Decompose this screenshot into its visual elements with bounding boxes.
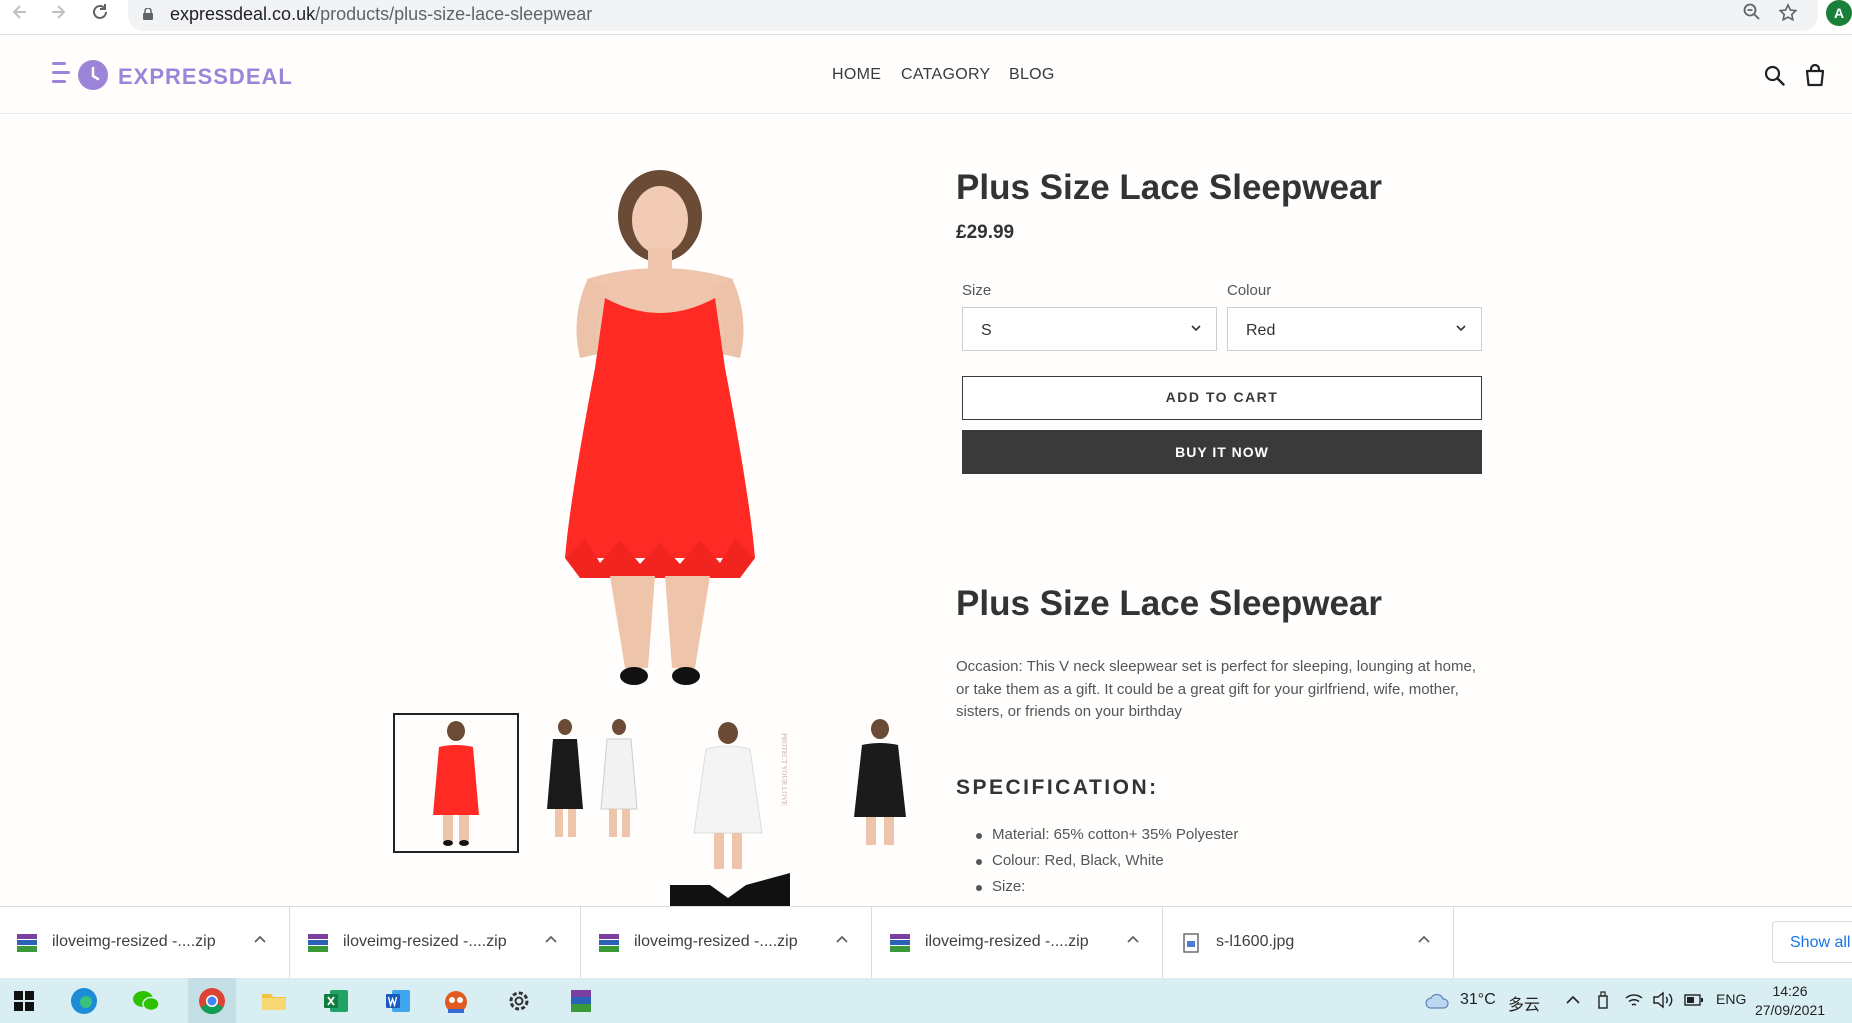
spec-item: Colour: Red, Black, White [974,852,1238,878]
spec-item: Size: [974,878,1238,904]
forward-icon[interactable] [44,2,72,30]
game-app-icon[interactable] [440,985,472,1017]
chevron-up-icon[interactable] [251,931,269,949]
product-description: Occasion: This V neck sleepwear set is p… [956,658,1476,720]
chevron-up-icon[interactable] [1565,994,1581,1006]
downloads-bar: iloveimg-resized -....zip iloveimg-resiz… [0,906,1852,979]
specification-heading: SPECIFICATION: [956,776,1159,799]
windows-start-icon[interactable] [8,985,40,1017]
chevron-down-icon [1456,325,1466,332]
download-item[interactable]: iloveimg-resized -....zip [873,907,1163,979]
download-item[interactable]: iloveimg-resized -....zip [291,907,581,979]
specification-list: Material: 65% cotton+ 35% Polyester Colo… [974,826,1238,904]
reload-icon[interactable] [86,2,114,30]
chevron-up-icon[interactable] [542,931,560,949]
download-filename: iloveimg-resized -....zip [52,933,216,950]
bookmark-star-icon[interactable] [1776,3,1800,27]
settings-gear-icon[interactable] [503,985,535,1017]
weather-description[interactable]: 多云 [1508,991,1540,1015]
back-icon[interactable] [6,2,34,30]
download-item[interactable]: iloveimg-resized -....zip [582,907,872,979]
windows-taskbar: 31°C 多云 ENG 14:26 27/09/2021 [0,978,1852,1023]
battery-icon[interactable] [1684,993,1704,1007]
description-title: Plus Size Lace Sleepwear [956,584,1383,623]
winrar-archive-icon [599,934,619,952]
nav-catagory[interactable]: CATAGORY [901,66,991,84]
winrar-icon[interactable] [565,985,597,1017]
wifi-icon[interactable] [1624,991,1644,1009]
weather-temperature[interactable]: 31°C [1460,991,1496,1009]
colour-label: Colour [1227,282,1272,299]
show-all-button[interactable]: Show all [1772,921,1852,963]
edge-browser-icon[interactable] [68,985,100,1017]
usb-device-icon[interactable] [1596,990,1610,1010]
thumb-stamp-text: PROTECT YOUR LOVE [780,733,788,806]
browser-toolbar: expressdeal.co.uk/products/plus-size-lac… [0,0,1852,35]
winrar-archive-icon [308,934,328,952]
download-filename: s-l1600.jpg [1216,933,1295,950]
clock-date: 27/09/2021 [1754,1002,1826,1018]
add-to-cart-button[interactable]: ADD TO CART [962,376,1482,420]
chrome-icon[interactable] [196,985,228,1017]
chevron-up-icon[interactable] [1124,931,1142,949]
logo-clock-icon [78,60,108,90]
thumbnail-white[interactable]: PROTECT YOUR LOVE [670,713,796,907]
thumbnail-red[interactable] [393,713,519,853]
product-main-image[interactable] [420,168,900,700]
chevron-up-icon[interactable] [1415,931,1433,949]
download-filename: iloveimg-resized -....zip [634,933,798,950]
colour-select-value: Red [1246,322,1276,339]
search-icon[interactable] [1762,63,1788,89]
winrar-archive-icon [890,934,910,952]
chevron-up-icon[interactable] [833,931,851,949]
winrar-archive-icon [17,934,37,952]
size-label: Size [962,282,992,299]
excel-icon[interactable] [320,985,352,1017]
profile-avatar[interactable]: A [1826,0,1852,26]
image-file-icon [1183,933,1199,953]
cart-bag-icon[interactable] [1802,63,1828,89]
size-select[interactable]: S [962,307,1217,351]
download-item[interactable]: iloveimg-resized -....zip [0,907,290,979]
nav-home[interactable]: HOME [832,66,881,84]
volume-icon[interactable] [1652,991,1674,1009]
download-filename: iloveimg-resized -....zip [925,933,1089,950]
file-explorer-icon[interactable] [258,985,290,1017]
colour-select[interactable]: Red [1227,307,1482,351]
url-domain: expressdeal.co.uk [170,4,316,24]
product-title: Plus Size Lace Sleepwear [956,168,1383,207]
weather-cloud-icon[interactable] [1424,991,1450,1011]
size-select-value: S [981,322,992,339]
buy-it-now-button[interactable]: BUY IT NOW [962,430,1482,474]
thumbnail-black-white[interactable] [527,713,653,853]
logo-text[interactable]: EXPRESSDEAL [118,64,293,90]
spec-item: Material: 65% cotton+ 35% Polyester [974,826,1238,852]
site-header: EXPRESSDEAL HOME CATAGORY BLOG [0,36,1852,114]
chevron-down-icon [1191,325,1201,332]
url-text: expressdeal.co.uk/products/plus-size-lac… [170,4,592,25]
thumbnail-black-back[interactable] [816,713,942,853]
product-price: £29.99 [956,222,1015,243]
word-icon[interactable] [382,985,414,1017]
wechat-icon[interactable] [130,985,162,1017]
download-filename: iloveimg-resized -....zip [343,933,507,950]
clock-time: 14:26 [1772,983,1808,999]
logo-mark [52,62,70,89]
zoom-icon[interactable] [1740,3,1764,27]
url-path: /products/plus-size-lace-sleepwear [315,4,593,24]
lock-icon [143,8,153,20]
system-clock[interactable]: 14:26 27/09/2021 [1740,982,1840,1020]
nav-blog[interactable]: BLOG [1009,66,1055,84]
download-item[interactable]: s-l1600.jpg [1164,907,1454,979]
address-bar[interactable]: expressdeal.co.uk/products/plus-size-lac… [128,0,1818,31]
